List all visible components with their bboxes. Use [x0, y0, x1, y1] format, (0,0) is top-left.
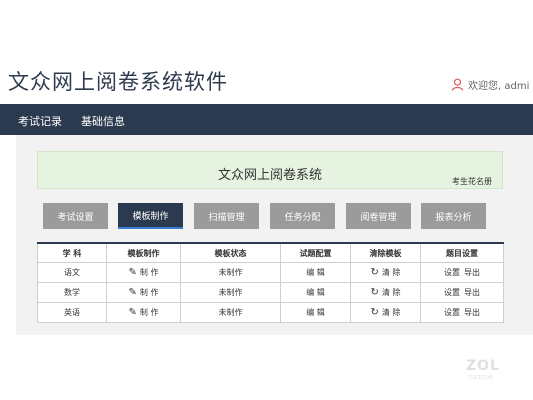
tab-exam-settings[interactable]: 考试设置 — [43, 203, 108, 229]
tab-scan-management[interactable]: 扫描管理 — [194, 203, 259, 229]
table-row: 数学 ✎ 制 作 未制作 编 辑 ↻ 清 除 设置 导出 — [37, 282, 504, 303]
status-cell: 未制作 — [180, 282, 281, 303]
column-header: 试题配置 — [280, 242, 351, 263]
watermark-subtitle: 中关村在线 — [468, 375, 494, 381]
subject-cell: 语文 — [37, 262, 107, 283]
table-row: 英语 ✎ 制 作 未制作 编 辑 ↻ 清 除 设置 导出 — [37, 302, 504, 323]
make-label: 制 作 — [139, 288, 159, 297]
status-cell: 未制作 — [180, 262, 281, 283]
export-link[interactable]: 导出 — [464, 288, 480, 297]
make-label: 制 作 — [139, 268, 159, 277]
setting-link[interactable]: 设置 — [444, 288, 460, 297]
column-header: 模板状态 — [180, 242, 281, 263]
clear-template-button[interactable]: ↻ 清 除 — [370, 267, 401, 278]
tab-report-analysis[interactable]: 报表分析 — [421, 203, 486, 229]
export-link[interactable]: 导出 — [464, 308, 480, 317]
watermark-logo: ZOL — [466, 358, 500, 374]
make-template-button[interactable]: ✎ 制 作 — [128, 287, 159, 298]
make-template-button[interactable]: ✎ 制 作 — [128, 307, 159, 318]
subject-template-table: 学 科 模板制作 模板状态 试题配置 清除模板 题目设置 语文 ✎ 制 作 未制作… — [37, 242, 504, 323]
status-cell: 未制作 — [180, 302, 281, 323]
tab-template-making[interactable]: 模板制作 — [118, 203, 183, 229]
setting-link[interactable]: 设置 — [444, 268, 460, 277]
refresh-icon: ↻ — [370, 267, 379, 278]
column-header: 清除模板 — [350, 242, 421, 263]
top-navbar: 考试记录 基础信息 — [0, 104, 533, 135]
make-label: 制 作 — [139, 308, 159, 317]
clear-template-button[interactable]: ↻ 清 除 — [370, 287, 401, 298]
edit-config-link[interactable]: 编 辑 — [306, 308, 325, 317]
make-template-button[interactable]: ✎ 制 作 — [128, 267, 159, 278]
column-header: 题目设置 — [420, 242, 504, 263]
clear-template-button[interactable]: ↻ 清 除 — [370, 307, 401, 318]
table-header-row: 学 科 模板制作 模板状态 试题配置 清除模板 题目设置 — [37, 242, 504, 263]
clear-label: 清 除 — [381, 268, 401, 277]
edit-icon: ✎ — [128, 287, 137, 298]
clear-label: 清 除 — [381, 308, 401, 317]
banner-title: 文众网上阅卷系统 — [217, 168, 322, 183]
tab-task-assignment[interactable]: 任务分配 — [270, 203, 335, 229]
export-link[interactable]: 导出 — [464, 268, 480, 277]
clear-label: 清 除 — [381, 288, 401, 297]
user-menu[interactable]: 欢迎您, admi — [451, 77, 529, 92]
nav-item-basic-info[interactable]: 基础信息 — [81, 113, 125, 129]
column-header: 学 科 — [37, 242, 107, 263]
table-row: 语文 ✎ 制 作 未制作 编 辑 ↻ 清 除 设置 导出 — [37, 262, 504, 283]
system-banner: 文众网上阅卷系统 考生花名册 — [37, 151, 503, 189]
edit-icon: ✎ — [128, 307, 137, 318]
tab-marking-management[interactable]: 阅卷管理 — [346, 203, 411, 229]
edit-icon: ✎ — [128, 267, 137, 278]
app-title: 文众网上阅卷系统软件 — [8, 70, 228, 94]
subject-cell: 数学 — [37, 282, 107, 303]
nav-item-exam-records[interactable]: 考试记录 — [18, 113, 62, 129]
edit-config-link[interactable]: 编 辑 — [306, 288, 325, 297]
setting-link[interactable]: 设置 — [444, 308, 460, 317]
subject-cell: 英语 — [37, 302, 107, 323]
edit-config-link[interactable]: 编 辑 — [306, 268, 325, 277]
student-roster-link[interactable]: 考生花名册 — [452, 176, 492, 187]
refresh-icon: ↻ — [370, 287, 379, 298]
refresh-icon: ↻ — [370, 307, 379, 318]
user-greeting: 欢迎您, admi — [468, 81, 530, 92]
user-icon — [451, 78, 464, 91]
column-header: 模板制作 — [106, 242, 181, 263]
